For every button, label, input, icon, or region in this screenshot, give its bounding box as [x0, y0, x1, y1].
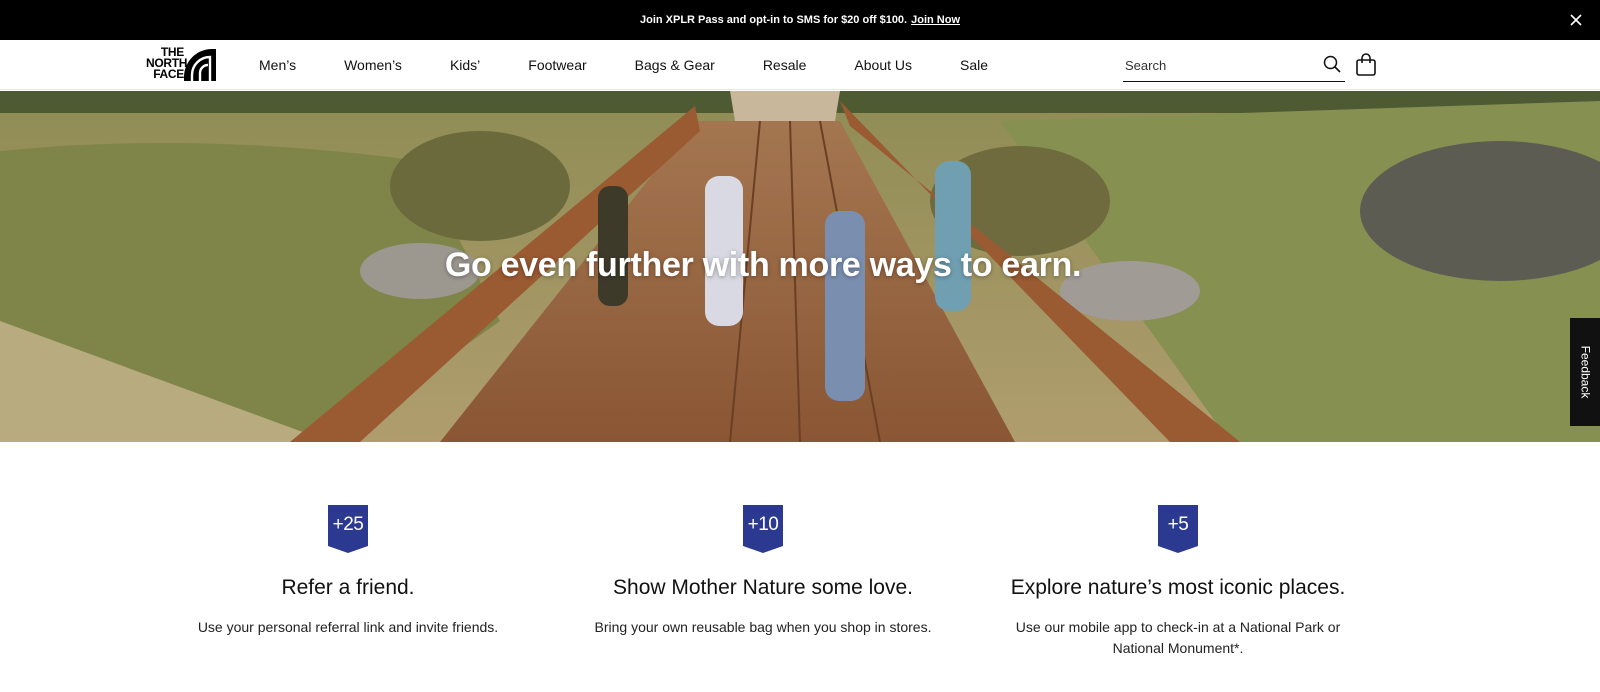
card-description: Use our mobile app to check-in at a Nati… — [1015, 619, 1341, 656]
nav-item-footwear[interactable]: Footwear — [528, 57, 586, 73]
shopping-bag-icon[interactable] — [1355, 53, 1377, 77]
promo-banner: Join XPLR Pass and opt-in to SMS for $20… — [0, 0, 1600, 40]
card-title: Refer a friend. — [281, 576, 415, 599]
earn-card-national-park: +5 Explore nature’s most iconic places. … — [978, 502, 1378, 659]
nav-item-bags-gear[interactable]: Bags & Gear — [635, 57, 715, 73]
nav-item-kids[interactable]: Kids’ — [450, 57, 480, 73]
join-now-link[interactable]: Join Now — [911, 14, 960, 26]
feedback-label: Feedback — [1578, 345, 1593, 399]
nav-item-resale[interactable]: Resale — [763, 57, 807, 73]
earn-card-reusable-bag: +10 Show Mother Nature some love. Bring … — [563, 502, 963, 638]
points-badge: +10 — [740, 502, 786, 554]
north-face-logo[interactable]: THE NORTH FACE — [146, 46, 224, 83]
points-value: +5 — [1167, 514, 1189, 535]
points-value: +25 — [332, 514, 364, 535]
logo-line-3: FACE — [153, 67, 184, 81]
points-badge: +5 — [1155, 502, 1201, 554]
nav-item-about-us[interactable]: About Us — [854, 57, 912, 73]
nav-item-womens[interactable]: Women’s — [344, 57, 402, 73]
card-title: Show Mother Nature some love. — [613, 576, 913, 599]
site-header: THE NORTH FACE Men’s Women’s Kids’ Footw… — [0, 40, 1600, 90]
main-nav: Men’s Women’s Kids’ Footwear Bags & Gear… — [259, 40, 1036, 90]
earn-card-referral: +25 Refer a friend. Use your personal re… — [148, 502, 548, 638]
feedback-tab[interactable]: Feedback — [1570, 318, 1600, 426]
promo-text: Join XPLR Pass and opt-in to SMS for $20… — [640, 14, 908, 26]
points-value: +10 — [747, 514, 779, 535]
hero-title: Go even further with more ways to earn. — [444, 246, 1082, 284]
points-badge: +25 — [325, 502, 371, 554]
nav-item-mens[interactable]: Men’s — [259, 57, 296, 73]
card-description: Use your personal referral link and invi… — [197, 619, 499, 635]
nav-item-sale[interactable]: Sale — [960, 57, 988, 73]
half-dome-icon — [184, 49, 216, 81]
hero-banner: Go even further with more ways to earn. — [0, 91, 1600, 442]
card-description: Bring your own reusable bag when you sho… — [594, 619, 932, 635]
search-box — [1123, 48, 1345, 82]
search-icon[interactable] — [1323, 55, 1341, 73]
card-title: Explore nature’s most iconic places. — [1010, 576, 1346, 599]
close-icon[interactable] — [1566, 10, 1586, 30]
search-input[interactable] — [1123, 54, 1313, 76]
